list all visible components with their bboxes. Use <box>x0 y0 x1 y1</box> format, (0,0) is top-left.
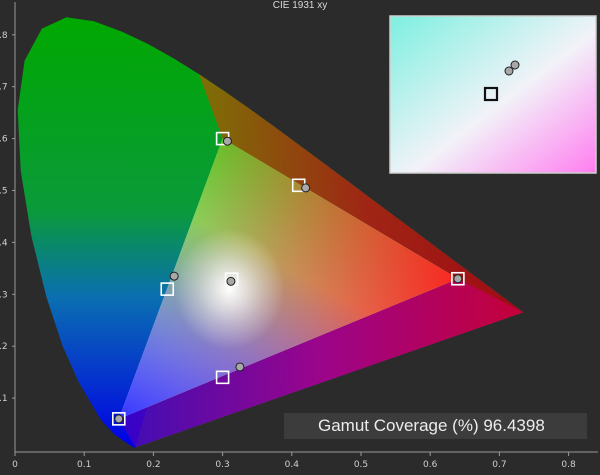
measured-circle <box>226 276 236 286</box>
x-tick-label: 0.3 <box>215 460 229 470</box>
y-tick-label: .4 <box>0 238 8 248</box>
inset-measured-circle <box>504 66 514 76</box>
x-tick-label: 0.6 <box>423 460 438 470</box>
gamut-coverage-label: Gamut Coverage (%) 96.4398 <box>284 413 587 439</box>
y-tick-label: .8 <box>0 31 8 41</box>
x-tick-label: 0.1 <box>77 460 91 470</box>
y-tick-label: .1 <box>0 394 8 404</box>
x-tick-label: 0 <box>12 460 18 470</box>
triangle-white-point-glow <box>174 229 285 350</box>
inset-measured-circle <box>510 60 520 70</box>
x-tick-label: 0.2 <box>146 460 160 470</box>
x-tick-label: 0.4 <box>285 460 300 470</box>
x-tick-label: 0.8 <box>561 460 576 470</box>
y-tick-label: .2 <box>0 342 8 352</box>
inset-frame <box>389 15 597 174</box>
y-tick-label: .7 <box>0 83 8 93</box>
cie-chart: 0 0.1 0.2 0.3 0.4 0.5 0.6 0.7 0.8 .1 .2 .3 .4 .5 .6 .7.… <box>0 2 598 470</box>
x-tick-label: 0.7 <box>492 460 506 470</box>
inset-zoom <box>389 15 597 174</box>
measured-circle <box>235 362 245 372</box>
measured-circle <box>453 274 463 284</box>
y-tick-label: .6 <box>0 135 8 145</box>
measured-circle <box>222 136 232 146</box>
x-tick-label: 0.5 <box>354 460 368 470</box>
measured-circle <box>301 183 311 193</box>
y-tick-label: .3 <box>0 290 8 300</box>
measured-circle <box>169 271 179 281</box>
measured-circle <box>114 414 124 424</box>
y-tick-label: .5 <box>0 187 8 197</box>
